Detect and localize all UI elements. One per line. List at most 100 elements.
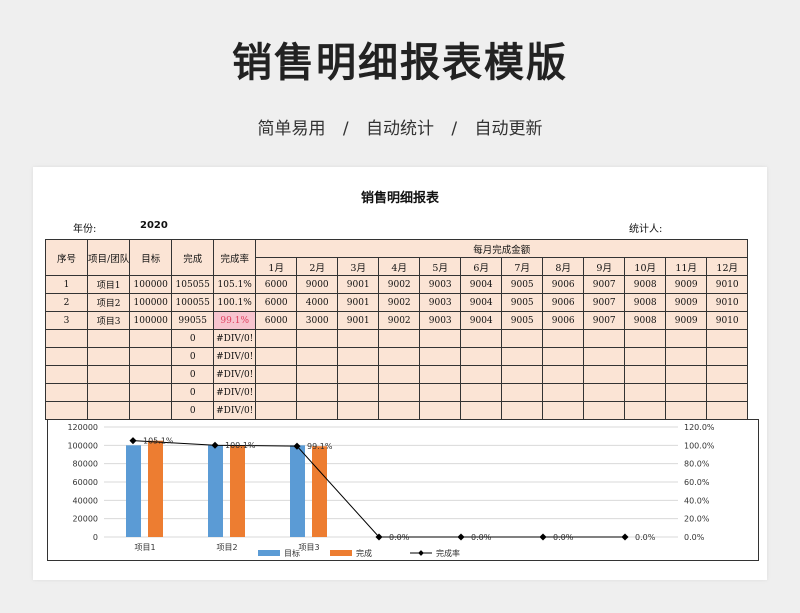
- cell-month[interactable]: [337, 401, 380, 420]
- cell-month[interactable]: [296, 401, 339, 420]
- cell-project[interactable]: [86, 347, 131, 366]
- cell-month[interactable]: [624, 401, 667, 420]
- cell-month[interactable]: [378, 401, 421, 420]
- cell-month[interactable]: [337, 383, 380, 402]
- cell-seq[interactable]: 2: [45, 293, 88, 312]
- cell-seq[interactable]: [45, 365, 88, 384]
- cell-month[interactable]: [583, 365, 626, 384]
- cell-month[interactable]: [255, 347, 298, 366]
- cell-target[interactable]: [129, 347, 173, 366]
- cell-project[interactable]: [86, 365, 131, 384]
- header-rate[interactable]: 完成率: [213, 239, 257, 276]
- cell-month[interactable]: [542, 347, 585, 366]
- cell-month[interactable]: [706, 383, 749, 402]
- cell-month[interactable]: 9007: [583, 293, 626, 312]
- cell-seq[interactable]: [45, 401, 88, 420]
- cell-month[interactable]: [665, 401, 708, 420]
- cell-target[interactable]: [129, 365, 173, 384]
- cell-month[interactable]: [255, 383, 298, 402]
- cell-project[interactable]: [86, 329, 131, 348]
- cell-rate[interactable]: 99.1%: [213, 311, 257, 330]
- cell-month[interactable]: [296, 365, 339, 384]
- cell-target[interactable]: 100000: [129, 311, 173, 330]
- cell-month[interactable]: 9009: [665, 311, 708, 330]
- cell-month[interactable]: 9008: [624, 293, 667, 312]
- cell-month[interactable]: 9007: [583, 311, 626, 330]
- cell-month[interactable]: [255, 401, 298, 420]
- cell-seq[interactable]: [45, 347, 88, 366]
- cell-month[interactable]: [624, 329, 667, 348]
- cell-rate[interactable]: #DIV/0!: [213, 401, 257, 420]
- cell-month[interactable]: [624, 365, 667, 384]
- cell-month[interactable]: [255, 329, 298, 348]
- cell-month[interactable]: [542, 401, 585, 420]
- cell-month[interactable]: 9006: [542, 311, 585, 330]
- cell-month[interactable]: 9007: [583, 275, 626, 294]
- header-monthly[interactable]: 每月完成金额: [255, 239, 749, 258]
- cell-project[interactable]: [86, 383, 131, 402]
- cell-month[interactable]: [501, 401, 544, 420]
- cell-project[interactable]: 项目1: [86, 275, 131, 294]
- cell-seq[interactable]: 1: [45, 275, 88, 294]
- cell-month[interactable]: [419, 365, 462, 384]
- header-target[interactable]: 目标: [129, 239, 173, 276]
- cell-month[interactable]: 9001: [337, 293, 380, 312]
- cell-done[interactable]: 0: [171, 329, 215, 348]
- header-month[interactable]: 10月: [624, 257, 667, 276]
- cell-month[interactable]: [255, 365, 298, 384]
- cell-month[interactable]: [501, 365, 544, 384]
- cell-month[interactable]: [583, 383, 626, 402]
- cell-month[interactable]: [337, 365, 380, 384]
- cell-month[interactable]: [378, 329, 421, 348]
- cell-month[interactable]: [706, 329, 749, 348]
- cell-month[interactable]: [624, 383, 667, 402]
- cell-month[interactable]: 9003: [419, 311, 462, 330]
- cell-month[interactable]: 9002: [378, 293, 421, 312]
- cell-month[interactable]: 9003: [419, 293, 462, 312]
- cell-month[interactable]: [460, 365, 503, 384]
- cell-month[interactable]: 9009: [665, 293, 708, 312]
- header-month[interactable]: 1月: [255, 257, 298, 276]
- cell-month[interactable]: [542, 383, 585, 402]
- cell-done[interactable]: 0: [171, 383, 215, 402]
- header-project[interactable]: 项目/团队: [86, 239, 131, 276]
- cell-month[interactable]: [460, 401, 503, 420]
- cell-month[interactable]: [542, 329, 585, 348]
- cell-month[interactable]: [378, 347, 421, 366]
- cell-done[interactable]: 0: [171, 347, 215, 366]
- cell-month[interactable]: [337, 347, 380, 366]
- cell-month[interactable]: 3000: [296, 311, 339, 330]
- cell-month[interactable]: [419, 347, 462, 366]
- cell-month[interactable]: [296, 347, 339, 366]
- cell-month[interactable]: [583, 347, 626, 366]
- cell-month[interactable]: [419, 383, 462, 402]
- cell-done[interactable]: 99055: [171, 311, 215, 330]
- cell-month[interactable]: 9004: [460, 311, 503, 330]
- cell-target[interactable]: 100000: [129, 275, 173, 294]
- cell-target[interactable]: [129, 329, 173, 348]
- cell-month[interactable]: [665, 365, 708, 384]
- cell-month[interactable]: [542, 365, 585, 384]
- cell-project[interactable]: [86, 401, 131, 420]
- cell-rate[interactable]: #DIV/0!: [213, 347, 257, 366]
- cell-month[interactable]: [378, 383, 421, 402]
- cell-month[interactable]: 9006: [542, 293, 585, 312]
- cell-month[interactable]: 4000: [296, 293, 339, 312]
- cell-month[interactable]: 6000: [255, 293, 298, 312]
- header-month[interactable]: 2月: [296, 257, 339, 276]
- cell-month[interactable]: 9000: [296, 275, 339, 294]
- cell-rate[interactable]: 105.1%: [213, 275, 257, 294]
- cell-project[interactable]: 项目2: [86, 293, 131, 312]
- cell-month[interactable]: 9005: [501, 311, 544, 330]
- cell-done[interactable]: 0: [171, 401, 215, 420]
- cell-target[interactable]: [129, 383, 173, 402]
- cell-month[interactable]: [419, 329, 462, 348]
- year-value[interactable]: 2020: [140, 220, 168, 231]
- cell-month[interactable]: 9008: [624, 311, 667, 330]
- cell-month[interactable]: [296, 383, 339, 402]
- cell-month[interactable]: 9009: [665, 275, 708, 294]
- cell-month[interactable]: [501, 347, 544, 366]
- cell-target[interactable]: [129, 401, 173, 420]
- cell-month[interactable]: [460, 347, 503, 366]
- cell-month[interactable]: 9005: [501, 275, 544, 294]
